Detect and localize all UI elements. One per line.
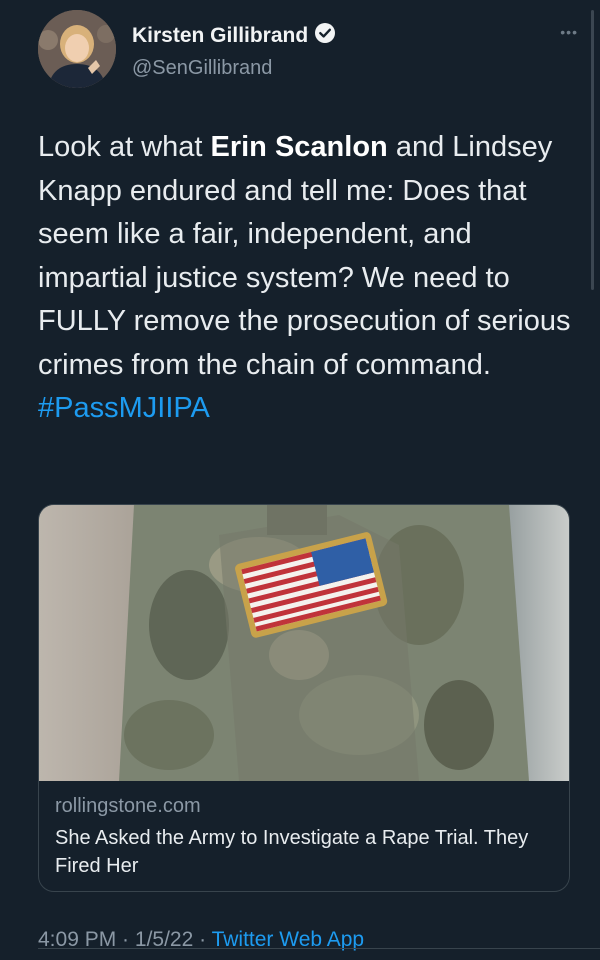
author-display-name[interactable]: Kirsten Gillibrand (132, 24, 308, 48)
card-image (39, 505, 569, 781)
link-card[interactable]: rollingstone.com She Asked the Army to I… (38, 504, 570, 892)
tweet-page: Kirsten Gillibrand @SenGillibrand ••• Lo… (0, 0, 600, 960)
tweet-text-before: Look at what (38, 131, 211, 163)
divider (38, 948, 600, 949)
card-domain: rollingstone.com (55, 795, 201, 817)
tweet-header: Kirsten Gillibrand @SenGillibrand ••• (38, 10, 580, 90)
verified-badge-icon (314, 22, 336, 50)
tweet-text: Look at what Erin Scanlon and Lindsey Kn… (38, 126, 578, 431)
avatar[interactable] (38, 10, 116, 88)
card-meta: rollingstone.com She Asked the Army to I… (55, 795, 553, 880)
avatar-photo (38, 10, 116, 88)
author-handle[interactable]: @SenGillibrand (132, 57, 336, 80)
tweet-text-bold: Erin Scanlon (210, 131, 388, 163)
author-names: Kirsten Gillibrand @SenGillibrand (132, 22, 336, 80)
army-uniform-photo (39, 505, 569, 781)
hashtag-link[interactable]: #PassMJIIPA (38, 392, 210, 424)
card-title: She Asked the Army to Investigate a Rape… (55, 827, 529, 877)
more-horizontal-icon[interactable]: ••• (560, 24, 578, 40)
tweet-text-after: and Lindsey Knapp endured and tell me: D… (38, 131, 571, 381)
author-name-row: Kirsten Gillibrand (132, 22, 336, 50)
scrollbar[interactable] (591, 10, 594, 290)
